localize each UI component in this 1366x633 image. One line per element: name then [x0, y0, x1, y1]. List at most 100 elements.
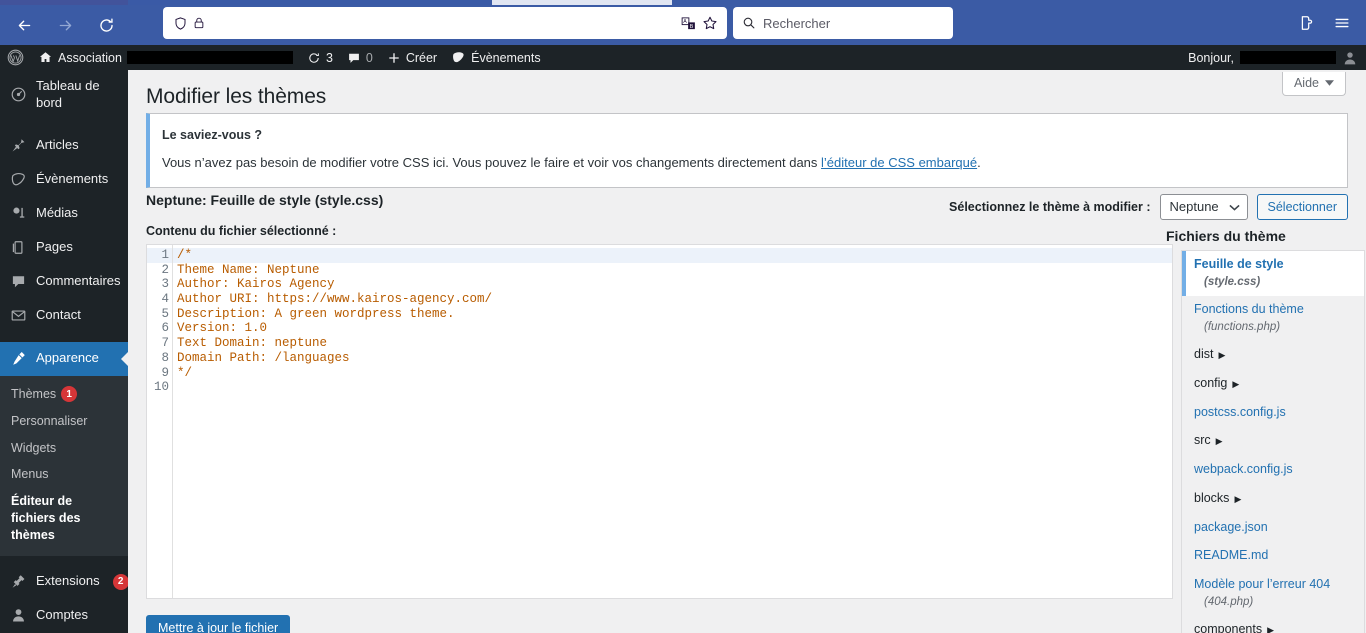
comments-count: 0	[365, 50, 373, 65]
sidebar-item-label: Comptes	[36, 607, 89, 623]
file-list-item[interactable]: README.md	[1182, 542, 1364, 571]
code-editor-pane[interactable]: 1 2 3 4 5 6 7 8 9 10 /* Theme Name: Neptune Author:…	[146, 244, 1173, 599]
site-name: Association	[58, 50, 122, 65]
account-menu[interactable]: Bonjour,	[1188, 50, 1366, 66]
code-line[interactable]: Author: Kairos Agency	[173, 277, 1172, 292]
new-content-menu[interactable]: Créer	[380, 45, 444, 70]
file-list-item[interactable]: webpack.config.js	[1182, 456, 1364, 485]
search-input[interactable]	[763, 8, 953, 38]
theme-select-wrapper: Neptune	[1159, 194, 1248, 220]
code-content[interactable]: /* Theme Name: Neptune Author: Kairos Agen…	[172, 245, 1172, 598]
line-number: 8	[161, 350, 169, 365]
folder-arrow-icon: ▶	[1267, 625, 1275, 633]
help-tab-button[interactable]: Aide	[1281, 72, 1346, 96]
sidebar-item-label: Apparence	[36, 350, 99, 366]
file-list-item-current[interactable]: Feuille de style (style.css)	[1182, 251, 1364, 297]
redacted-site-url	[126, 51, 293, 64]
file-sublabel: (404.php)	[1204, 595, 1254, 608]
sidebar-item-appearance[interactable]: Apparence	[0, 341, 128, 376]
hamburger-menu-icon	[1335, 18, 1349, 28]
admin-sidebar-menu: Tableau de bord Articles Évènements Médi…	[0, 70, 128, 633]
sidebar-item-users[interactable]: Comptes	[0, 599, 128, 633]
file-label: src	[1194, 433, 1211, 448]
file-list-folder[interactable]: components ▶	[1182, 616, 1364, 633]
address-input[interactable]	[206, 8, 681, 38]
theme-files-title: Fichiers du thème	[1166, 228, 1286, 244]
url-bar[interactable]: A B	[163, 7, 727, 39]
notice-body: Vous n’avez pas besoin de modifier votre…	[162, 153, 1335, 174]
code-line[interactable]: /*	[173, 248, 1172, 263]
translate-icon[interactable]: A B	[681, 16, 696, 31]
file-label: package.json	[1194, 519, 1268, 534]
code-line[interactable]: Author URI: https://www.kairos-agency.co…	[173, 292, 1172, 307]
sidebar-item-label: Commentaires	[36, 273, 121, 289]
sidebar-item-comments[interactable]: Commentaires	[0, 265, 128, 299]
code-line[interactable]: */	[173, 366, 1172, 381]
screen-meta-links: Aide	[1281, 72, 1346, 96]
line-number: 7	[161, 336, 169, 351]
submenu-item-theme-file-editor[interactable]: Éditeur de fichiers des thèmes	[0, 488, 128, 549]
browser-search-bar[interactable]	[733, 7, 953, 39]
code-editor[interactable]: 1 2 3 4 5 6 7 8 9 10 /* Theme Name: Neptune Author:…	[147, 245, 1172, 598]
code-line[interactable]: Theme Name: Neptune	[173, 263, 1172, 278]
updates-menu[interactable]: 3	[300, 45, 340, 70]
file-list-item[interactable]: Modèle pour l’erreur 404 (404.php)	[1182, 571, 1364, 616]
extensions-button[interactable]	[1290, 7, 1322, 39]
events-menu[interactable]: Évènements	[444, 45, 547, 70]
submenu-item-themes[interactable]: Thèmes 1	[0, 381, 128, 408]
forward-button[interactable]	[48, 8, 82, 42]
sidebar-item-events[interactable]: Évènements	[0, 163, 128, 197]
arrow-left-icon	[18, 20, 30, 30]
file-list-folder[interactable]: dist ▶	[1182, 341, 1364, 370]
update-file-button[interactable]: Mettre à jour le fichier	[146, 615, 291, 633]
theme-select-label: Sélectionnez le thème à modifier :	[949, 200, 1151, 214]
folder-arrow-icon: ▶	[1215, 436, 1223, 447]
comments-menu[interactable]: 0	[340, 45, 380, 70]
code-line[interactable]: Version: 1.0	[173, 321, 1172, 336]
reload-icon	[99, 18, 113, 32]
sidebar-item-posts[interactable]: Articles	[0, 129, 128, 163]
css-editor-link[interactable]: l’éditeur de CSS embarqué	[821, 155, 977, 170]
sidebar-item-media[interactable]: Médias	[0, 197, 128, 231]
folder-arrow-icon: ▶	[1218, 350, 1226, 361]
file-label: webpack.config.js	[1194, 462, 1293, 477]
app-menu-button[interactable]	[1326, 7, 1358, 39]
user-avatar-icon	[1344, 51, 1356, 64]
file-list-folder[interactable]: config ▶	[1182, 370, 1364, 399]
submenu-item-widgets[interactable]: Widgets	[0, 435, 128, 462]
line-number: 4	[161, 292, 169, 307]
select-theme-button[interactable]: Sélectionner	[1256, 194, 1348, 220]
code-line[interactable]: Domain Path: /languages	[173, 351, 1172, 366]
code-line[interactable]	[173, 380, 1172, 395]
file-list-item[interactable]: package.json	[1182, 514, 1364, 543]
theme-select[interactable]: Neptune	[1159, 194, 1248, 220]
submenu-item-customize[interactable]: Personnaliser	[0, 408, 128, 435]
submenu-label: Thèmes	[11, 386, 57, 401]
plugins-update-badge: 2	[112, 573, 128, 590]
comment-bubble-icon	[9, 273, 28, 291]
sidebar-item-contact[interactable]: Contact	[0, 299, 128, 333]
code-line[interactable]: Text Domain: neptune	[173, 336, 1172, 351]
events-icon	[453, 52, 464, 63]
file-list-folder[interactable]: blocks ▶	[1182, 485, 1364, 514]
dashboard-icon	[9, 86, 28, 104]
file-list-item[interactable]: Fonctions du thème (functions.php)	[1182, 296, 1364, 341]
file-list-item[interactable]: postcss.config.js	[1182, 399, 1364, 428]
back-button[interactable]	[7, 8, 41, 42]
star-icon[interactable]	[702, 15, 718, 31]
padlock-icon[interactable]	[192, 16, 206, 30]
sidebar-item-dashboard[interactable]: Tableau de bord	[0, 70, 128, 120]
wp-logo-menu[interactable]	[0, 45, 31, 70]
sidebar-item-label: Évènements	[36, 171, 109, 187]
sidebar-item-plugins[interactable]: Extensions 2	[0, 565, 128, 599]
theme-file-list[interactable]: Feuille de style (style.css) Fonctions du …	[1181, 250, 1365, 633]
sidebar-item-pages[interactable]: Pages	[0, 231, 128, 265]
code-line[interactable]: Description: A green wordpress theme.	[173, 307, 1172, 322]
current-file-heading: Neptune: Feuille de style (style.css)	[146, 192, 384, 208]
file-list-folder[interactable]: src ▶	[1182, 427, 1364, 456]
shield-icon[interactable]	[173, 16, 188, 31]
reload-button[interactable]	[89, 8, 123, 42]
browser-chrome: A B	[0, 0, 1366, 45]
site-name-menu[interactable]: Association	[31, 45, 300, 70]
submenu-item-menus[interactable]: Menus	[0, 461, 128, 488]
